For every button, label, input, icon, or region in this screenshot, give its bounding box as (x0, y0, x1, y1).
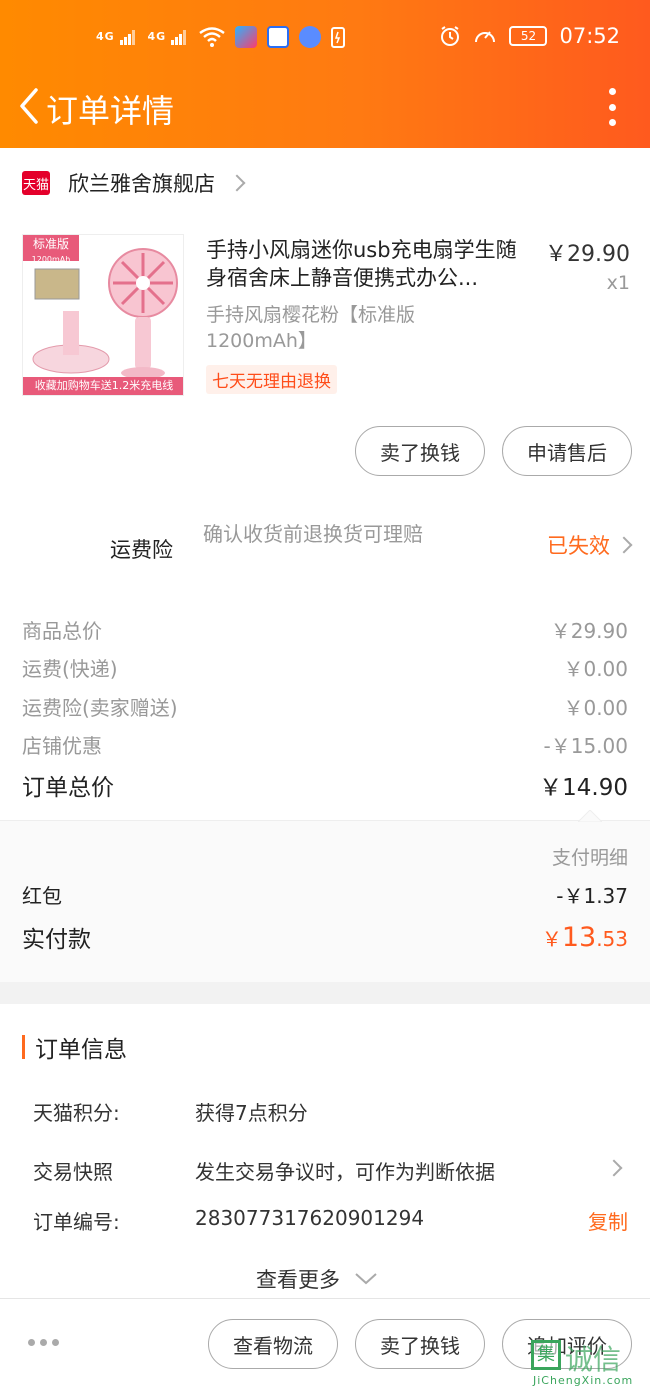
summary-value: -￥15.00 (543, 734, 628, 758)
points-label: 天猫积分: (33, 1101, 120, 1125)
product-title[interactable]: 手持小风扇迷你usb充电扇学生随身宿舍床上静音便携式办公... (206, 236, 536, 292)
order-number-label: 订单编号: (33, 1210, 120, 1234)
product-price: ￥29.90 (545, 242, 630, 267)
snapshot-label: 交易快照 (33, 1160, 113, 1184)
chevron-right-icon (605, 1159, 623, 1177)
summary-row: 商品总价 ￥29.90 (22, 615, 628, 644)
redpacket-label: 红包 (22, 884, 62, 908)
paid-amount-value: ￥13.53 (542, 922, 628, 953)
chevron-right-icon (228, 174, 246, 192)
music-app-icon (299, 26, 322, 48)
battery-saver-icon (331, 27, 346, 48)
signal-bars-icon (119, 29, 138, 45)
watermark-mark: 集 (531, 1340, 561, 1370)
speedometer-icon (475, 31, 496, 43)
copy-order-number-button[interactable]: 复制 (588, 1206, 628, 1235)
back-button[interactable] (12, 86, 48, 126)
chevron-down-icon (355, 1273, 377, 1285)
payment-detail-label: 支付明细 (551, 847, 628, 869)
status-bar: 4G 4G 52 07:52 (0, 18, 650, 58)
youku-app-icon (235, 26, 258, 48)
app-header: 4G 4G 52 07:52 订单详情 (0, 0, 650, 148)
shipping-insurance-status: 已失效 (547, 534, 610, 558)
watermark-text: 诚信 (565, 1343, 622, 1376)
summary-row: 店铺优惠 -￥15.00 (22, 730, 628, 759)
shipping-insurance-label: 运费险 (110, 538, 173, 562)
clock: 07:52 (559, 24, 620, 48)
caret-up-icon (578, 810, 602, 822)
product-spec: 手持风扇樱花粉【标准版1200mAh】 (206, 304, 416, 352)
tmall-badge-text: 天猫 (22, 177, 49, 193)
store-name: 欣兰雅舍旗舰店 (68, 172, 215, 196)
tmall-logo-icon: 天猫 (22, 171, 50, 195)
snapshot-value: 发生交易争议时，可作为判断依据 (195, 1160, 495, 1184)
order-number-value: 283077317620901294 (195, 1206, 425, 1230)
paid-amount-row: 实付款 ￥13.53 (22, 920, 628, 954)
apply-aftersale-button[interactable]: 申请售后 (502, 426, 632, 476)
order-total-label: 订单总价 (22, 775, 114, 801)
signal-bars-icon-2 (171, 29, 189, 45)
paid-amount-label: 实付款 (22, 927, 91, 953)
page-title: 订单详情 (46, 92, 175, 130)
battery-level: 52 (520, 29, 537, 43)
product-quantity: x1 (606, 272, 630, 294)
bottom-sell-for-cash-button[interactable]: 卖了换钱 (355, 1319, 485, 1369)
image-promo-banner: 收藏加购物车送1.2米充电线 (23, 377, 183, 395)
product-image[interactable]: 标准版 1200mAh 收藏加购物车送1.2米充电线 (22, 234, 184, 396)
alarm-icon (441, 26, 460, 46)
view-logistics-button[interactable]: 查看物流 (208, 1319, 338, 1369)
summary-label: 商品总价 (22, 619, 102, 643)
fan-illustration (32, 248, 178, 379)
view-more-label: 查看更多 (256, 1268, 340, 1292)
battery-indicator: 52 (509, 26, 548, 46)
bottom-sell-for-cash-label: 卖了换钱 (380, 1333, 460, 1358)
store-link[interactable]: 天猫 欣兰雅舍旗舰店 (22, 168, 246, 198)
network-type-label-2: 4G (147, 30, 167, 43)
more-vertical-icon[interactable] (604, 88, 620, 126)
baidu-app-icon (267, 26, 290, 48)
more-horizontal-icon[interactable] (28, 1339, 59, 1346)
shipping-insurance-desc: 确认收货前退换货可理赔 (203, 522, 423, 546)
paid-decimal: .53 (596, 926, 628, 951)
order-info-title: 订单信息 (35, 1037, 127, 1063)
view-logistics-label: 查看物流 (233, 1333, 313, 1358)
signal-indicator: 4G (96, 29, 138, 45)
order-total-value: ￥14.90 (539, 775, 628, 801)
watermark-url: JiChengXin.com (533, 1374, 634, 1387)
summary-label: 运费险(卖家赠送) (22, 696, 178, 720)
summary-value: ￥29.90 (550, 619, 628, 643)
watermark-logo: 集 诚信 JiChengXin.com (531, 1340, 646, 1387)
snapshot-row[interactable]: 交易快照 发生交易争议时，可作为判断依据 (33, 1156, 628, 1184)
wifi-icon (199, 27, 225, 47)
points-value: 获得7点积分 (195, 1101, 308, 1125)
signal-indicator-2: 4G (148, 29, 190, 45)
summary-value: ￥0.00 (563, 657, 628, 681)
summary-label: 店铺优惠 (22, 734, 102, 758)
summary-value: ￥0.00 (563, 696, 628, 720)
refund-policy-badge: 七天无理由退换 (206, 365, 337, 394)
sell-for-cash-label: 卖了换钱 (380, 440, 460, 465)
summary-label: 运费(快递) (22, 657, 118, 681)
order-total-row: 订单总价 ￥14.90 (22, 768, 628, 802)
paid-integer: 13 (561, 921, 597, 953)
chevron-right-icon (615, 536, 633, 554)
apply-aftersale-label: 申请售后 (527, 440, 607, 465)
sell-for-cash-button[interactable]: 卖了换钱 (355, 426, 485, 476)
order-info-heading: 订单信息 (22, 1030, 127, 1064)
paid-currency: ￥ (541, 926, 562, 951)
redpacket-value: -￥1.37 (556, 884, 628, 908)
summary-row: 运费险(卖家赠送) ￥0.00 (22, 692, 628, 721)
shipping-insurance-status-link[interactable]: 已失效 (547, 530, 633, 560)
summary-row: 运费(快递) ￥0.00 (22, 653, 628, 682)
view-more-button[interactable]: 查看更多 (256, 1264, 378, 1294)
redpacket-row: 红包 -￥1.37 (22, 880, 628, 909)
section-accent-bar (22, 1035, 25, 1059)
network-type-label: 4G (96, 30, 115, 43)
